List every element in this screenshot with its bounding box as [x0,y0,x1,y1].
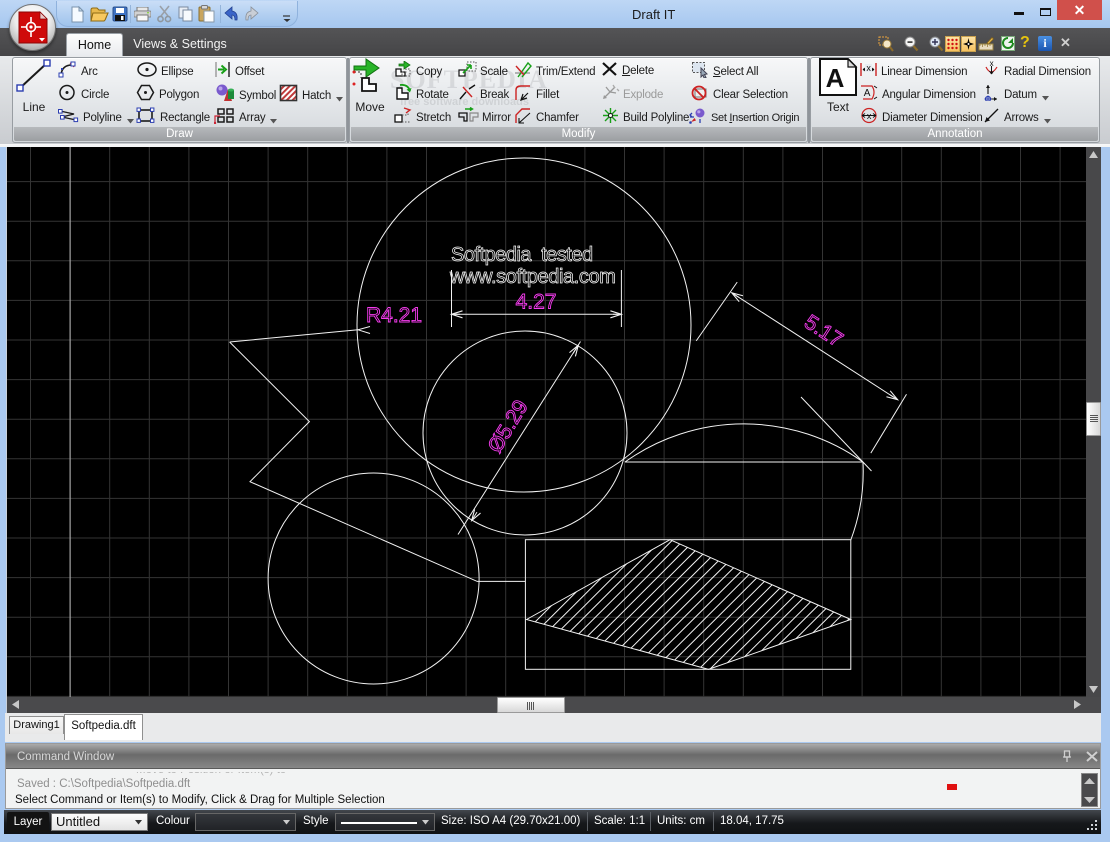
svg-text:A: A [864,88,871,99]
svg-text:Softpedia tested: Softpedia tested [451,244,593,266]
svg-text:R4.21: R4.21 [366,304,422,327]
svg-text:5.17: 5.17 [800,310,847,351]
svg-text:Ø5.29: Ø5.29 [483,396,532,457]
svg-text:x: x [867,111,872,121]
svg-text:4.27: 4.27 [516,291,557,314]
svg-text:x: x [866,63,871,73]
svg-text:A: A [826,63,845,93]
svg-text:x: x [990,61,994,68]
svg-text:www.softpedia.com: www.softpedia.com [449,266,616,288]
